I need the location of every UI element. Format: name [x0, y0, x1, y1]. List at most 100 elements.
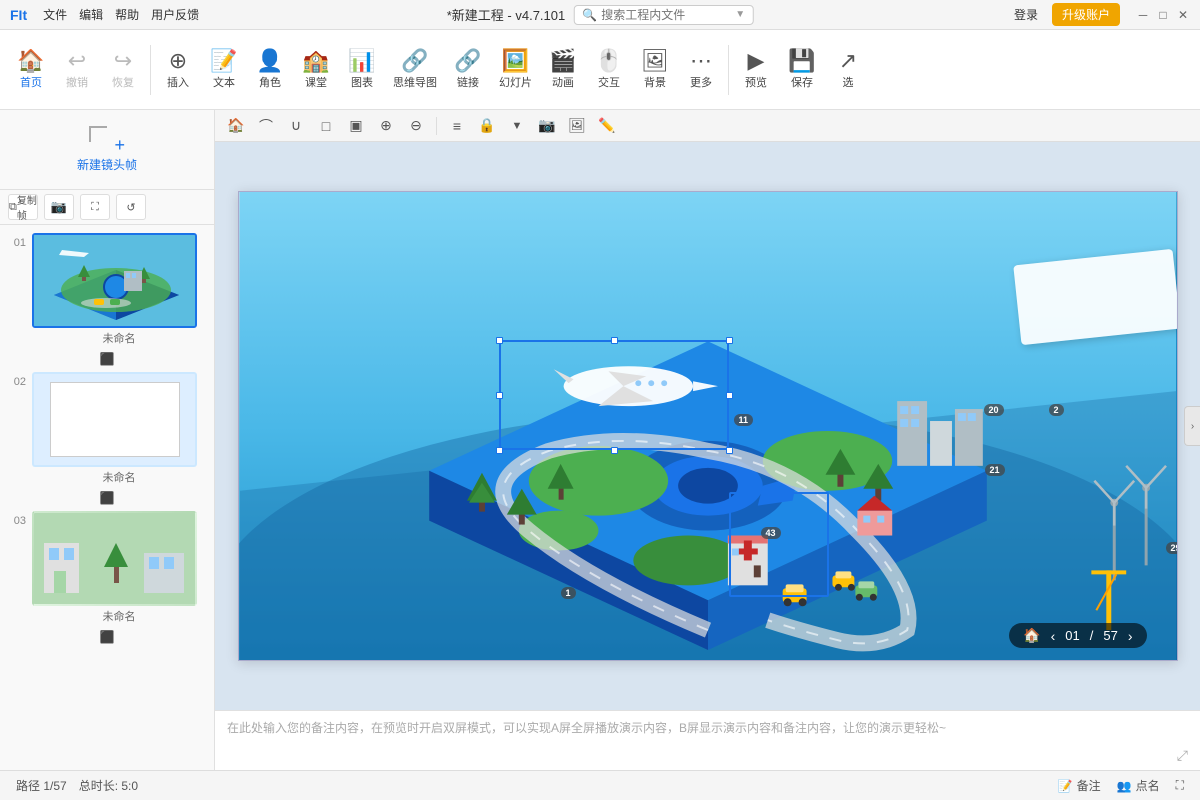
toolbar-interact[interactable]: 🖱️ 交互 [586, 46, 632, 94]
canvas-lock-btn[interactable]: 🔒 [474, 114, 500, 138]
canvas-scroll[interactable]: 1 3 11 20 2 21 29 30 33 40 43 14 🏠 ‹ 01/… [215, 142, 1200, 710]
select-label: 选 [843, 74, 854, 90]
login-button[interactable]: 登录 [1008, 4, 1044, 25]
slide-item-3[interactable]: 03 [8, 511, 206, 624]
search-dropdown-icon[interactable]: ▼ [735, 9, 745, 20]
app-logo: FIt [10, 7, 27, 23]
canvas-edit-btn[interactable]: ✏️ [594, 114, 620, 138]
search-input[interactable] [601, 8, 731, 22]
slide-canvas[interactable]: 1 3 11 20 2 21 29 30 33 40 43 14 🏠 ‹ 01/… [238, 191, 1178, 661]
toolbar-class[interactable]: 🏫 课堂 [293, 46, 339, 94]
menu-item-help[interactable]: 帮助 [115, 6, 139, 23]
notes-expand-button[interactable]: ⤢ [1177, 747, 1188, 764]
text-icon: 📝 [210, 50, 237, 72]
save-label: 保存 [791, 74, 813, 90]
notes-button[interactable]: 📝 备注 [1058, 777, 1101, 794]
indicator-home-icon[interactable]: 🏠 [1023, 627, 1040, 644]
toolbar-chart[interactable]: 📊 图表 [339, 46, 385, 94]
toolbar-redo[interactable]: ↪ 恢复 [100, 46, 146, 94]
canvas-home-btn[interactable]: 🏠 [223, 114, 249, 138]
slide-item-1[interactable]: 01 [8, 233, 206, 346]
menu-item-feedback[interactable]: 用户反馈 [151, 6, 199, 23]
right-expand-button[interactable]: › [1184, 406, 1200, 446]
fullscreen-button[interactable]: ⛶ [1176, 778, 1184, 793]
title-center: *新建工程 - v4.7.101 🔍 ▼ [447, 5, 754, 25]
toolbar-home[interactable]: 🏠 首页 [8, 46, 54, 94]
toolbar-slideshow[interactable]: 🖼️ 幻灯片 [491, 46, 540, 94]
page-current: 01 [1065, 628, 1079, 643]
slide-item-2[interactable]: 02 未命名 [8, 372, 206, 485]
toolbar-insert[interactable]: ⊕ 插入 [155, 46, 201, 94]
toolbar-bg[interactable]: 🖼 背景 [632, 46, 678, 94]
sel-handle-bm[interactable] [611, 447, 618, 454]
canvas-camera2-btn[interactable]: 📷 [534, 114, 560, 138]
copy-frame-button[interactable]: ⧉ 复制帧 [8, 194, 38, 220]
indicator-next-button[interactable]: › [1128, 628, 1133, 644]
toolbar-save[interactable]: 💾 保存 [779, 46, 825, 94]
close-button[interactable]: ✕ [1176, 8, 1190, 22]
canvas-lock2-btn[interactable]: ▼ [504, 114, 530, 138]
class-icon: 🏫 [302, 50, 329, 72]
sel-handle-tm[interactable] [611, 337, 618, 344]
sel-handle-br[interactable] [726, 447, 733, 454]
sel-handle-tr[interactable] [726, 337, 733, 344]
canvas-curve2-btn[interactable]: ∪ [283, 114, 309, 138]
canvas-align-btn[interactable]: ≡ [444, 114, 470, 138]
slide-thumb-1[interactable] [32, 233, 197, 328]
home-label: 首页 [20, 74, 42, 90]
canvas-square2-btn[interactable]: ▣ [343, 114, 369, 138]
label-29: 29 [1166, 542, 1178, 554]
sidebar-resize-handle[interactable] [210, 110, 214, 770]
home-icon: 🏠 [17, 50, 44, 72]
thumb2-white [50, 382, 180, 457]
toolbar-mindmap[interactable]: 🔗 思维导图 [385, 46, 445, 94]
search-box[interactable]: 🔍 ▼ [573, 5, 753, 25]
toolbar-anim[interactable]: 🎬 动画 [540, 46, 586, 94]
new-frame-button[interactable]: 新建镜头帧 [8, 118, 206, 181]
slide-name-3: 未命名 [32, 608, 206, 624]
toolbar-more[interactable]: ⋯ 更多 [678, 46, 724, 94]
slide-num-3: 03 [8, 511, 26, 527]
anim-icon: 🎬 [549, 50, 576, 72]
toolbar-role[interactable]: 👤 角色 [247, 46, 293, 94]
indicator-prev-button[interactable]: ‹ [1051, 628, 1056, 644]
main-toolbar: 🏠 首页 ↩ 撤销 ↪ 恢复 ⊕ 插入 📝 文本 👤 角色 🏫 课堂 📊 图表 … [0, 30, 1200, 110]
minimize-button[interactable]: ─ [1136, 8, 1150, 22]
toolbar-select[interactable]: ↗ 选 [825, 46, 871, 94]
maximize-button[interactable]: □ [1156, 8, 1170, 22]
camera-button[interactable]: 📷 [44, 194, 74, 220]
white-card [1013, 249, 1178, 345]
right-controls: 登录 升级账户 ─ □ ✕ [1008, 3, 1190, 26]
canvas-zoomin-btn[interactable]: ⊕ [373, 114, 399, 138]
menu-item-file[interactable]: 文件 [43, 6, 67, 23]
loop-button[interactable]: ↺ [116, 194, 146, 220]
slide-thumb-2[interactable] [32, 372, 197, 467]
toolbar-link[interactable]: 🔗 链接 [445, 46, 491, 94]
slide-thumb-wrap-2: 未命名 [32, 372, 206, 485]
sel-handle-bl[interactable] [496, 447, 503, 454]
sel-handle-ml[interactable] [496, 392, 503, 399]
roll-call-button[interactable]: 👥 点名 [1117, 777, 1160, 794]
upgrade-button[interactable]: 升级账户 [1052, 3, 1120, 26]
slide-resize-handle-1: ⬛ [100, 352, 115, 366]
toolbar-preview[interactable]: ▶ 预览 [733, 46, 779, 94]
slide-thumb-3[interactable] [32, 511, 197, 606]
slide-num-2: 02 [8, 372, 26, 388]
sel-handle-mr[interactable] [726, 392, 733, 399]
toolbar-undo[interactable]: ↩ 撤销 [54, 46, 100, 94]
toolbar-text[interactable]: 📝 文本 [201, 46, 247, 94]
menu-item-edit[interactable]: 编辑 [79, 6, 103, 23]
sidebar: 新建镜头帧 ⧉ 复制帧 📷 ⛶ ↺ 01 [0, 110, 215, 770]
status-left: 路径 1/57 总时长: 5:0 [16, 777, 138, 794]
status-duration: 总时长: 5:0 [79, 777, 138, 794]
fit-button[interactable]: ⛶ [80, 194, 110, 220]
slide-thumb-wrap-3: 未命名 [32, 511, 206, 624]
canvas-curve1-btn[interactable]: ⌒ [253, 114, 279, 138]
camera-icon: 📷 [51, 199, 67, 215]
slide-list: 01 [0, 225, 214, 770]
canvas-image-btn[interactable]: 🖼 [564, 114, 590, 138]
canvas-square-btn[interactable]: □ [313, 114, 339, 138]
canvas-zoomout-btn[interactable]: ⊖ [403, 114, 429, 138]
hospital-selection-box [729, 492, 829, 597]
sel-handle-tl[interactable] [496, 337, 503, 344]
